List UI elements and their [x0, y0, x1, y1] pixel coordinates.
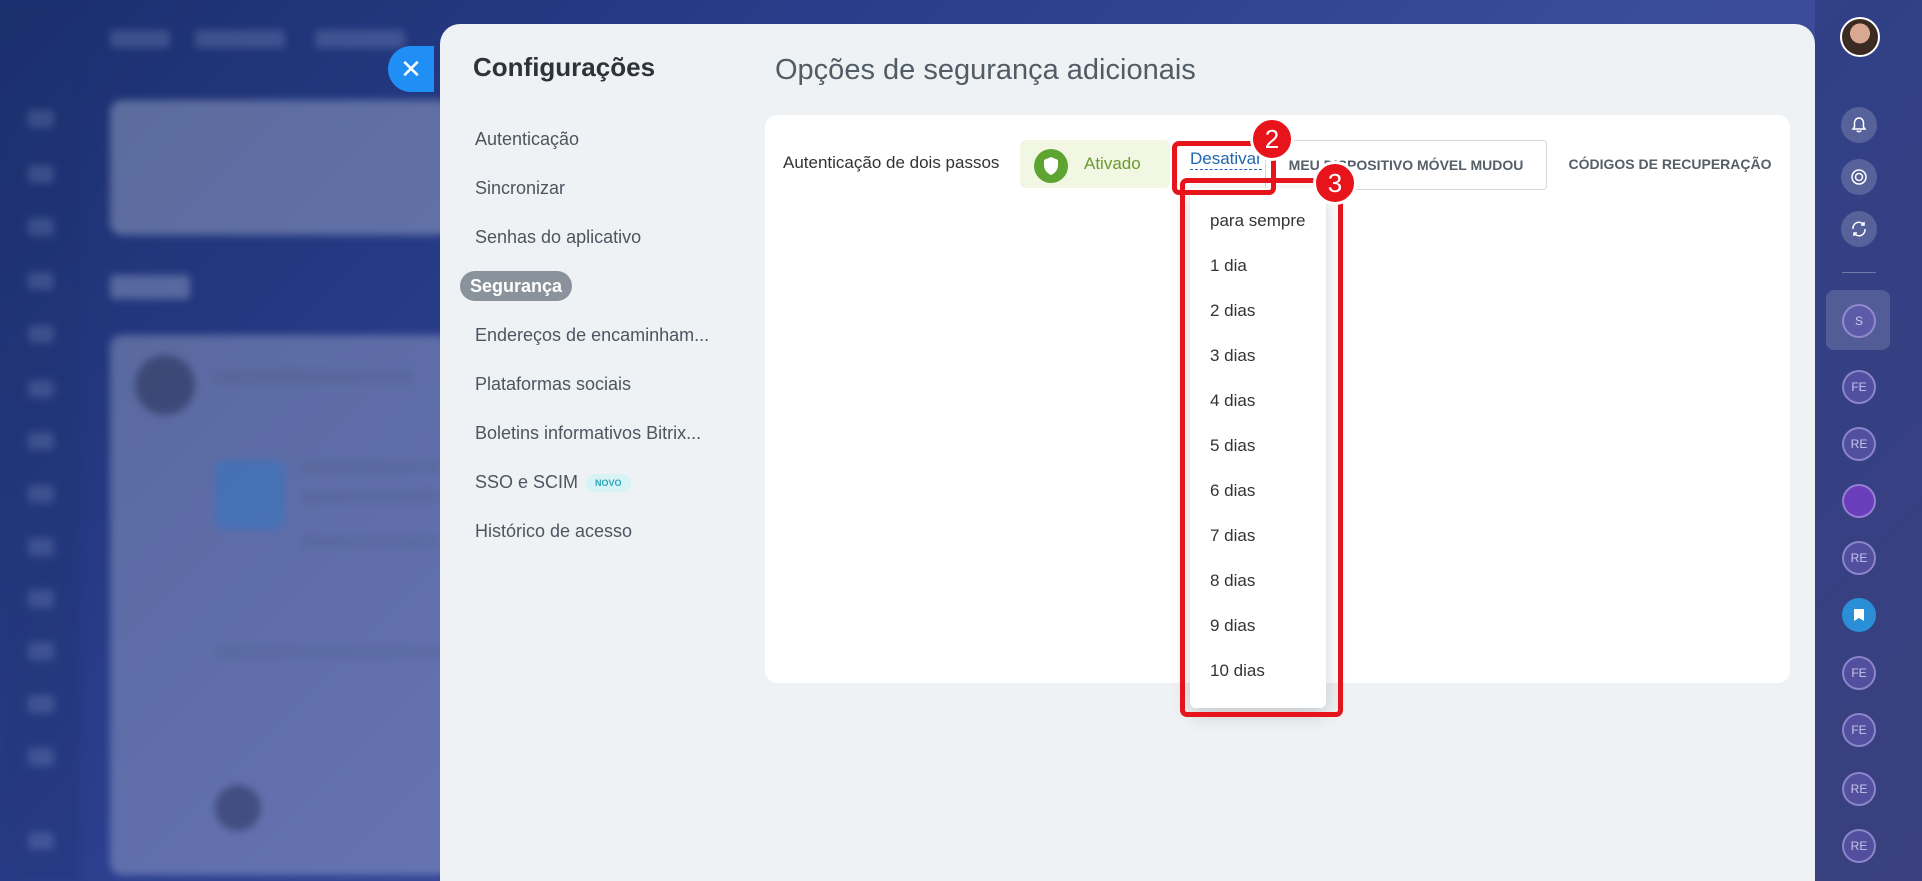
bell-icon[interactable]: [1841, 107, 1877, 143]
status-text: Ativado: [1084, 154, 1141, 173]
nav-item-social-platforms[interactable]: Plataformas sociais: [460, 369, 715, 399]
nav-item-access-history[interactable]: Histórico de acesso: [460, 516, 715, 546]
section-title: Opções de segurança adicionais: [775, 54, 1196, 86]
status-badge: Ativado: [1020, 140, 1170, 188]
annotation-badge-3: 3: [1313, 161, 1357, 205]
settings-title: Configurações: [473, 52, 656, 82]
nav-item-sso-scim[interactable]: SSO e SCIM NOVO: [460, 467, 715, 497]
chat-avatar[interactable]: FE: [1842, 370, 1876, 404]
chat-avatar[interactable]: [1842, 484, 1876, 518]
user-avatar[interactable]: [1840, 17, 1880, 57]
nav-item-authentication[interactable]: Autenticação: [460, 124, 715, 154]
sidebar-divider: [1842, 272, 1876, 273]
settings-panel: Configurações Autenticação Sincronizar S…: [440, 24, 1815, 881]
chat-avatar[interactable]: RE: [1842, 829, 1876, 863]
chat-avatar[interactable]: FE: [1842, 713, 1876, 747]
nav-item-security[interactable]: Segurança: [460, 271, 720, 301]
annotation-badge-2: 2: [1250, 117, 1294, 161]
chat-avatar[interactable]: RE: [1842, 541, 1876, 575]
sync-icon[interactable]: [1841, 211, 1877, 247]
nav-item-app-passwords[interactable]: Senhas do aplicativo: [460, 222, 715, 252]
shield-icon: [1034, 149, 1068, 183]
chat-avatar[interactable]: S: [1842, 304, 1876, 338]
recovery-codes-button[interactable]: CÓDIGOS DE RECUPERAÇÃO: [1555, 140, 1785, 188]
chat-avatar[interactable]: RE: [1842, 427, 1876, 461]
annotation-box-3: [1180, 178, 1343, 717]
nav-item-sync[interactable]: Sincronizar: [460, 173, 715, 203]
new-badge: NOVO: [586, 474, 631, 493]
close-icon: ✕: [400, 53, 422, 84]
settings-nav: Autenticação Sincronizar Senhas do aplic…: [460, 124, 720, 565]
chat-avatar[interactable]: RE: [1842, 772, 1876, 806]
bookmark-icon[interactable]: [1842, 598, 1876, 632]
nav-item-newsletters[interactable]: Boletins informativos Bitrix...: [460, 418, 715, 448]
nav-item-forwarding-addresses[interactable]: Endereços de encaminham...: [460, 320, 715, 350]
two-step-label: Autenticação de dois passos: [783, 153, 1000, 172]
close-panel-button[interactable]: ✕: [388, 46, 434, 92]
chat-avatar[interactable]: FE: [1842, 656, 1876, 690]
background-left-nav: [0, 0, 80, 881]
target-icon[interactable]: [1841, 159, 1877, 195]
